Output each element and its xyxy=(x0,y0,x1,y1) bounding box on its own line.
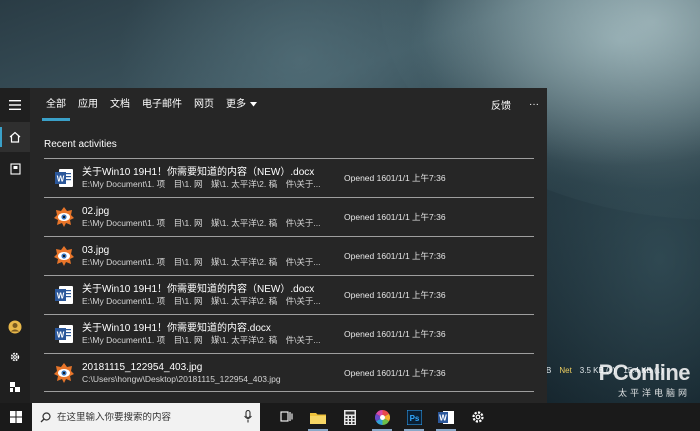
recent-activities-list: W 关于Win10 19H1！你需要知道的内容（NEW）.docx E:\My … xyxy=(44,158,534,392)
notebook-icon xyxy=(9,163,21,175)
tab-more-label: 更多 xyxy=(226,99,246,110)
list-item[interactable]: 20181115_122954_403.jpg C:\Users\hongw\D… xyxy=(44,353,534,392)
chevron-down-icon xyxy=(250,102,257,107)
microphone-icon[interactable] xyxy=(244,410,252,423)
more-options-button[interactable]: ··· xyxy=(529,99,539,110)
gear-icon xyxy=(10,352,20,362)
word-app-button[interactable]: W xyxy=(430,403,462,431)
file-opened-date: Opened 1601/1/1 上午7:36 xyxy=(344,290,446,300)
word-icon: W xyxy=(53,323,75,345)
tab-all[interactable]: 全部 xyxy=(40,88,72,121)
tab-email[interactable]: 电子邮件 xyxy=(136,88,188,121)
watermark: PConline 太平洋电脑网 xyxy=(598,360,691,399)
tab-apps[interactable]: 应用 xyxy=(72,88,104,121)
folder-icon xyxy=(310,412,326,424)
taskbar-search-box[interactable] xyxy=(32,403,260,431)
file-name: 关于Win10 19H1！你需要知道的内容（NEW）.docx xyxy=(82,167,315,178)
task-view-button[interactable] xyxy=(270,403,302,431)
task-view-icon xyxy=(280,411,293,422)
search-left-rail xyxy=(0,88,30,403)
net-label: Net xyxy=(559,366,572,375)
file-path: C:\Users\hongw\Desktop\20181115_122954_4… xyxy=(82,373,281,384)
list-item[interactable]: W 关于Win10 19H1！你需要知道的内容.docx E:\My Docum… xyxy=(44,314,534,353)
word-icon: W xyxy=(53,284,75,306)
tab-more[interactable]: 更多 xyxy=(220,88,263,121)
tab-documents[interactable]: 文档 xyxy=(104,88,136,121)
watermark-brand: PConline xyxy=(598,360,691,385)
user-avatar-icon xyxy=(8,320,22,334)
file-name: 02.jpg xyxy=(82,206,110,217)
svg-text:W: W xyxy=(57,331,65,340)
feedback-link[interactable]: 反馈 xyxy=(491,97,511,112)
word-icon: W xyxy=(53,167,75,189)
taskbar: Ps W xyxy=(0,403,700,431)
list-item[interactable]: 02.jpg E:\My Document\1. 项 目\1. 网 媒\1. 太… xyxy=(44,197,534,236)
calculator-icon xyxy=(344,409,356,425)
calculator-button[interactable] xyxy=(334,403,366,431)
color-app-button[interactable] xyxy=(366,403,398,431)
settings-button[interactable] xyxy=(0,342,30,372)
image-viewer-icon xyxy=(53,245,75,267)
word-app-icon: W xyxy=(438,410,454,424)
account-button[interactable] xyxy=(0,312,30,342)
file-path: E:\My Document\1. 项 目\1. 网 媒\1. 太平洋\2. 稿… xyxy=(82,179,321,189)
hamburger-icon xyxy=(9,100,21,110)
watermark-subtitle: 太平洋电脑网 xyxy=(617,388,690,398)
search-panel: 全部 应用 文档 电子邮件 网页 更多 反馈 ··· Recent activi… xyxy=(30,88,547,403)
file-opened-date: Opened 1601/1/1 上午7:36 xyxy=(344,329,446,339)
home-icon xyxy=(9,131,21,143)
notebook-button[interactable] xyxy=(0,154,30,184)
file-explorer-button[interactable] xyxy=(302,403,334,431)
list-item[interactable]: W 关于Win10 19H1！你需要知道的内容（NEW）.docx E:\My … xyxy=(44,158,534,197)
start-button[interactable] xyxy=(0,403,32,431)
photoshop-icon: Ps xyxy=(406,409,422,425)
file-opened-date: Opened 1601/1/1 上午7:36 xyxy=(344,173,446,183)
svg-text:W: W xyxy=(439,413,447,422)
windows-logo-icon xyxy=(10,411,22,423)
tab-web[interactable]: 网页 xyxy=(188,88,220,121)
file-opened-date: Opened 1601/1/1 上午7:36 xyxy=(344,251,446,261)
svg-text:W: W xyxy=(57,175,65,184)
file-name: 03.jpg xyxy=(82,245,110,256)
file-path: E:\My Document\1. 项 目\1. 网 媒\1. 太平洋\2. 稿… xyxy=(82,335,321,345)
image-viewer-icon xyxy=(53,362,75,384)
file-opened-date: Opened 1601/1/1 上午7:36 xyxy=(344,212,446,222)
svg-text:W: W xyxy=(57,292,65,301)
file-name: 20181115_122954_403.jpg xyxy=(82,361,203,373)
settings-gear-icon xyxy=(472,411,484,423)
file-path: E:\My Document\1. 项 目\1. 网 媒\1. 太平洋\2. 稿… xyxy=(82,296,321,306)
hamburger-menu-button[interactable] xyxy=(0,90,30,120)
search-tabs: 全部 应用 文档 电子邮件 网页 更多 反馈 ··· xyxy=(30,88,547,121)
search-icon xyxy=(40,411,51,422)
file-name: 关于Win10 19H1！你需要知道的内容（NEW）.docx xyxy=(82,284,315,295)
file-path: E:\My Document\1. 项 目\1. 网 媒\1. 太平洋\2. 稿… xyxy=(82,218,321,228)
image-viewer-icon xyxy=(53,206,75,228)
list-item[interactable]: W 关于Win10 19H1！你需要知道的内容（NEW）.docx E:\My … xyxy=(44,275,534,314)
color-wheel-icon xyxy=(374,409,390,425)
photoshop-button[interactable]: Ps xyxy=(398,403,430,431)
svg-text:Ps: Ps xyxy=(409,414,419,423)
file-path: E:\My Document\1. 项 目\1. 网 媒\1. 太平洋\2. 稿… xyxy=(82,257,321,267)
feedback-hub-button[interactable] xyxy=(0,372,30,402)
section-title: Recent activities xyxy=(44,139,117,150)
list-item[interactable]: 03.jpg E:\My Document\1. 项 目\1. 网 媒\1. 太… xyxy=(44,236,534,275)
home-button[interactable] xyxy=(0,122,30,152)
search-input[interactable] xyxy=(57,411,227,423)
file-opened-date: Opened 1601/1/1 上午7:36 xyxy=(344,367,446,378)
feedback-hub-icon xyxy=(10,382,20,392)
settings-app-button[interactable] xyxy=(462,403,494,431)
file-name: 关于Win10 19H1！你需要知道的内容.docx xyxy=(82,323,271,334)
